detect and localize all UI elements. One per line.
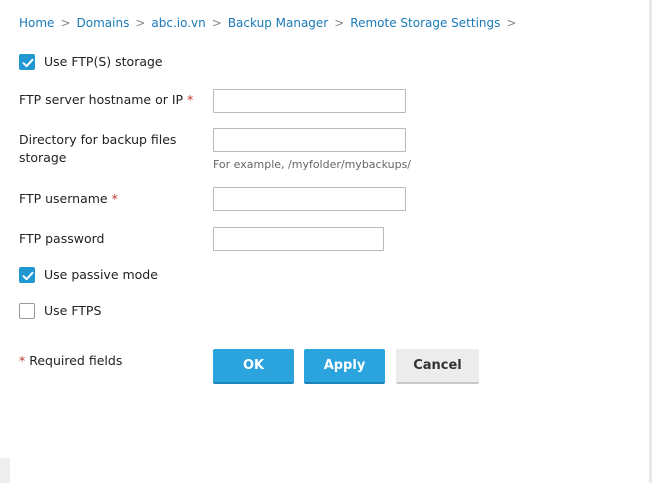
- remote-storage-settings-page: Home > Domains > abc.io.vn > Backup Mana…: [0, 0, 652, 483]
- cancel-button[interactable]: Cancel: [396, 349, 479, 384]
- chevron-right-icon: >: [211, 16, 222, 30]
- ftps-label: Use FTPS: [44, 303, 102, 318]
- required-fields-note: * Required fields: [19, 353, 123, 368]
- chevron-right-icon: >: [135, 16, 146, 30]
- check-icon: [22, 271, 34, 281]
- breadcrumb-remote-storage-settings[interactable]: Remote Storage Settings: [350, 16, 500, 30]
- apply-button[interactable]: Apply: [304, 349, 385, 384]
- directory-hint: For example, /myfolder/mybackups/: [213, 158, 412, 171]
- password-input[interactable]: [213, 227, 384, 251]
- required-mark: *: [187, 92, 194, 107]
- side-panel-tab[interactable]: [0, 458, 10, 483]
- directory-label: Directory for backup files storage: [19, 132, 177, 165]
- directory-input[interactable]: [213, 128, 406, 152]
- passive-mode-label: Use passive mode: [44, 267, 158, 282]
- required-mark: *: [111, 191, 118, 206]
- username-input[interactable]: [213, 187, 406, 211]
- required-mark: *: [19, 353, 26, 368]
- use-ftp-storage-label: Use FTP(S) storage: [44, 54, 163, 69]
- chevron-right-icon: >: [60, 16, 71, 30]
- username-label: FTP username *: [19, 191, 118, 206]
- breadcrumb-domains[interactable]: Domains: [77, 16, 130, 30]
- breadcrumb-home[interactable]: Home: [19, 16, 54, 30]
- use-ftp-storage-checkbox[interactable]: [19, 54, 35, 70]
- hostname-input[interactable]: [213, 89, 406, 113]
- ftps-checkbox[interactable]: [19, 303, 35, 319]
- ok-button[interactable]: OK: [213, 349, 294, 384]
- hostname-label: FTP server hostname or IP *: [19, 92, 194, 107]
- chevron-right-icon: >: [334, 16, 345, 30]
- breadcrumb-backup-manager[interactable]: Backup Manager: [228, 16, 328, 30]
- check-icon: [22, 58, 34, 68]
- chevron-right-icon: >: [506, 16, 517, 30]
- breadcrumb-domain[interactable]: abc.io.vn: [151, 16, 205, 30]
- breadcrumb: Home > Domains > abc.io.vn > Backup Mana…: [19, 16, 522, 30]
- password-label: FTP password: [19, 231, 105, 246]
- passive-mode-checkbox[interactable]: [19, 267, 35, 283]
